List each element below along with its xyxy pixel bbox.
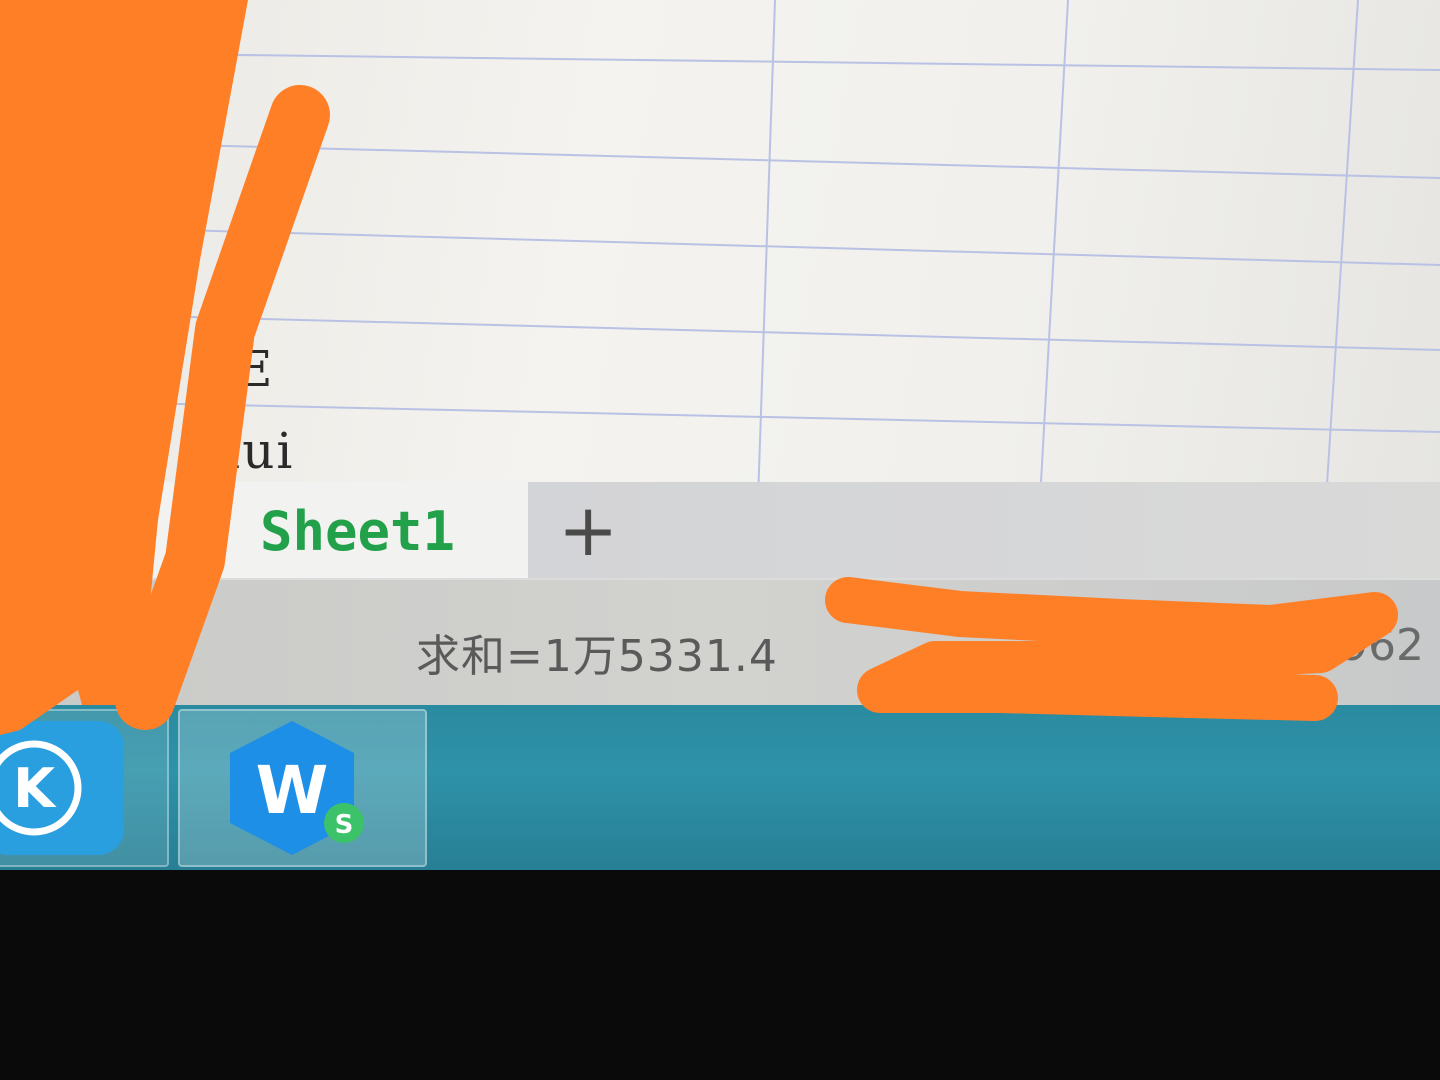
row-line [0, 51, 1440, 71]
row-line [0, 139, 1440, 179]
taskbar-button-wps[interactable]: W S [178, 709, 427, 867]
sheet-tab-label: Sheet1 [260, 500, 456, 563]
column-line [1325, 0, 1359, 500]
spreadsheet-grid[interactable]: 3 E hui [0, 0, 1440, 500]
sheet-tab-sheet1[interactable]: Sheet1 [150, 482, 528, 578]
monitor-bezel [0, 870, 1440, 1080]
cell-text: 3 [240, 262, 270, 313]
status-value-partial: 962 [1340, 620, 1424, 671]
status-bar: 求和=1万5331.4 962 [0, 580, 1440, 710]
plus-icon: + [558, 488, 619, 572]
column-line [757, 0, 776, 500]
column-line [1039, 0, 1069, 500]
add-sheet-button[interactable]: + [528, 482, 1440, 578]
sheet-tab-bar: Sheet1 + [0, 482, 1440, 582]
taskbar-button-k-app[interactable]: K [0, 709, 169, 867]
wps-badge: S [335, 810, 354, 840]
k-app-icon: K [0, 721, 124, 855]
wps-icon: W S [230, 721, 364, 855]
wps-glyph: W [256, 752, 329, 829]
screen: 3 E hui Sheet1 + 求和=1万5331.4 962 K W S [0, 0, 1440, 1080]
sum-readout: 求和=1万5331.4 [416, 631, 778, 682]
cell-text: hui [208, 422, 295, 480]
taskbar: K W S [0, 705, 1440, 870]
k-app-glyph: K [13, 757, 57, 820]
row-line [0, 224, 1440, 266]
row-line [0, 311, 1440, 351]
cell-text: E [236, 340, 275, 398]
